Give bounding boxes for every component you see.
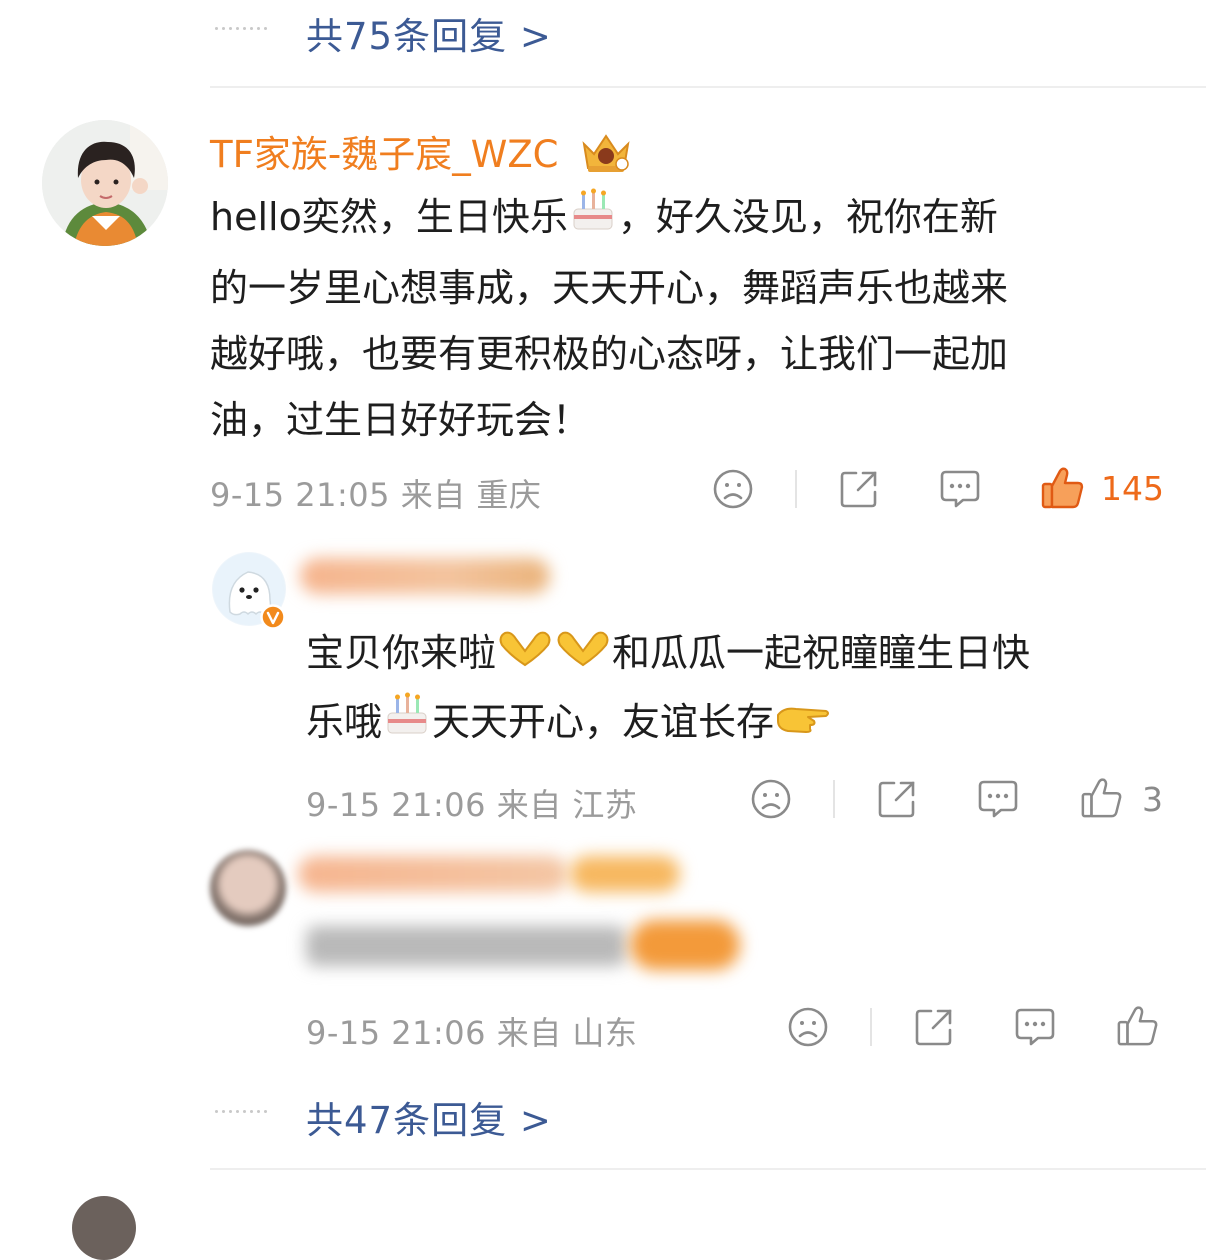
reply-meta: 9-15 21:06 来自 山东 xyxy=(306,1014,638,1052)
redacted-reply-text xyxy=(306,926,626,966)
avatar-image xyxy=(42,120,168,246)
username-text: TF家族-魏子宸_WZC xyxy=(210,133,559,176)
reply-text-segment: 和瓜瓜一起祝瞳瞳生日快 xyxy=(612,631,1031,675)
dislike-face-icon[interactable] xyxy=(787,1006,829,1048)
thumbs-up-icon[interactable] xyxy=(1080,776,1124,820)
comment-text-line: 越好哦，也要有更积极的心态呀，让我们一起加 xyxy=(210,331,1009,376)
action-separator xyxy=(870,1008,872,1046)
avatar[interactable] xyxy=(210,850,286,926)
divider xyxy=(210,86,1206,88)
comment-icon[interactable] xyxy=(1013,1006,1057,1048)
comment-text-line: hello奕然，生日快乐 xyxy=(210,195,568,239)
heart-hands-icon xyxy=(496,623,554,689)
thumbs-up-icon[interactable] xyxy=(1116,1004,1160,1048)
action-separator xyxy=(833,780,835,818)
dislike-face-icon[interactable] xyxy=(712,468,754,510)
dislike-face-icon[interactable] xyxy=(750,778,792,820)
reply-meta: 9-15 21:06 来自 江苏 xyxy=(306,786,638,824)
action-separator xyxy=(795,470,797,508)
divider xyxy=(210,1168,1206,1170)
birthday-cake-icon xyxy=(382,689,432,759)
comment-meta: 9-15 21:05 来自 重庆 xyxy=(210,476,542,514)
reply-text-segment: 乐哦 xyxy=(306,699,383,744)
comment-text-line: 的一岁里心想事成，天天开心，舞蹈声乐也越来 xyxy=(210,265,1009,310)
redacted-badge xyxy=(570,856,680,892)
share-icon[interactable] xyxy=(838,468,880,510)
comment-icon[interactable] xyxy=(976,778,1020,820)
pointing-hand-icon xyxy=(774,691,832,757)
heart-hands-icon xyxy=(554,623,612,689)
comment-text: hello奕然，生日快乐 ，好久没见，祝你在新 的一岁里心想事成，天天开心，舞蹈… xyxy=(210,184,1170,453)
comment-icon[interactable] xyxy=(938,468,982,510)
verified-badge-icon xyxy=(260,604,286,630)
ellipsis-dots xyxy=(215,1108,277,1114)
share-icon[interactable] xyxy=(876,778,918,820)
avatar[interactable] xyxy=(42,120,168,246)
view-replies-link[interactable]: 共75条回复 > xyxy=(306,6,552,60)
comment-text-line: ，好久没见，祝你在新 xyxy=(617,195,998,239)
share-icon[interactable] xyxy=(913,1006,955,1048)
redacted-username xyxy=(300,558,550,594)
reply-text-segment: 宝贝你来啦 xyxy=(306,631,497,675)
redacted-emoji xyxy=(630,920,740,970)
username[interactable]: TF家族-魏子宸_WZC xyxy=(210,124,634,183)
crown-badge-icon xyxy=(578,130,634,183)
ellipsis-dots xyxy=(215,25,277,31)
like-count: 145 xyxy=(1101,469,1164,508)
birthday-cake-icon xyxy=(568,185,618,255)
comment-text-line: 油，过生日好好玩会！ xyxy=(210,397,591,442)
reply-text: 宝贝你来啦 和瓜瓜一起祝瞳瞳生日快 乐哦 天天开心，友谊长存 xyxy=(306,620,1166,759)
view-replies-link[interactable]: 共47条回复 > xyxy=(306,1090,552,1144)
redacted-username xyxy=(298,856,568,892)
like-count: 3 xyxy=(1142,780,1163,819)
thumbs-up-icon[interactable] xyxy=(1040,466,1086,510)
reply-text-segment: 天天开心，友谊长存 xyxy=(432,699,775,744)
